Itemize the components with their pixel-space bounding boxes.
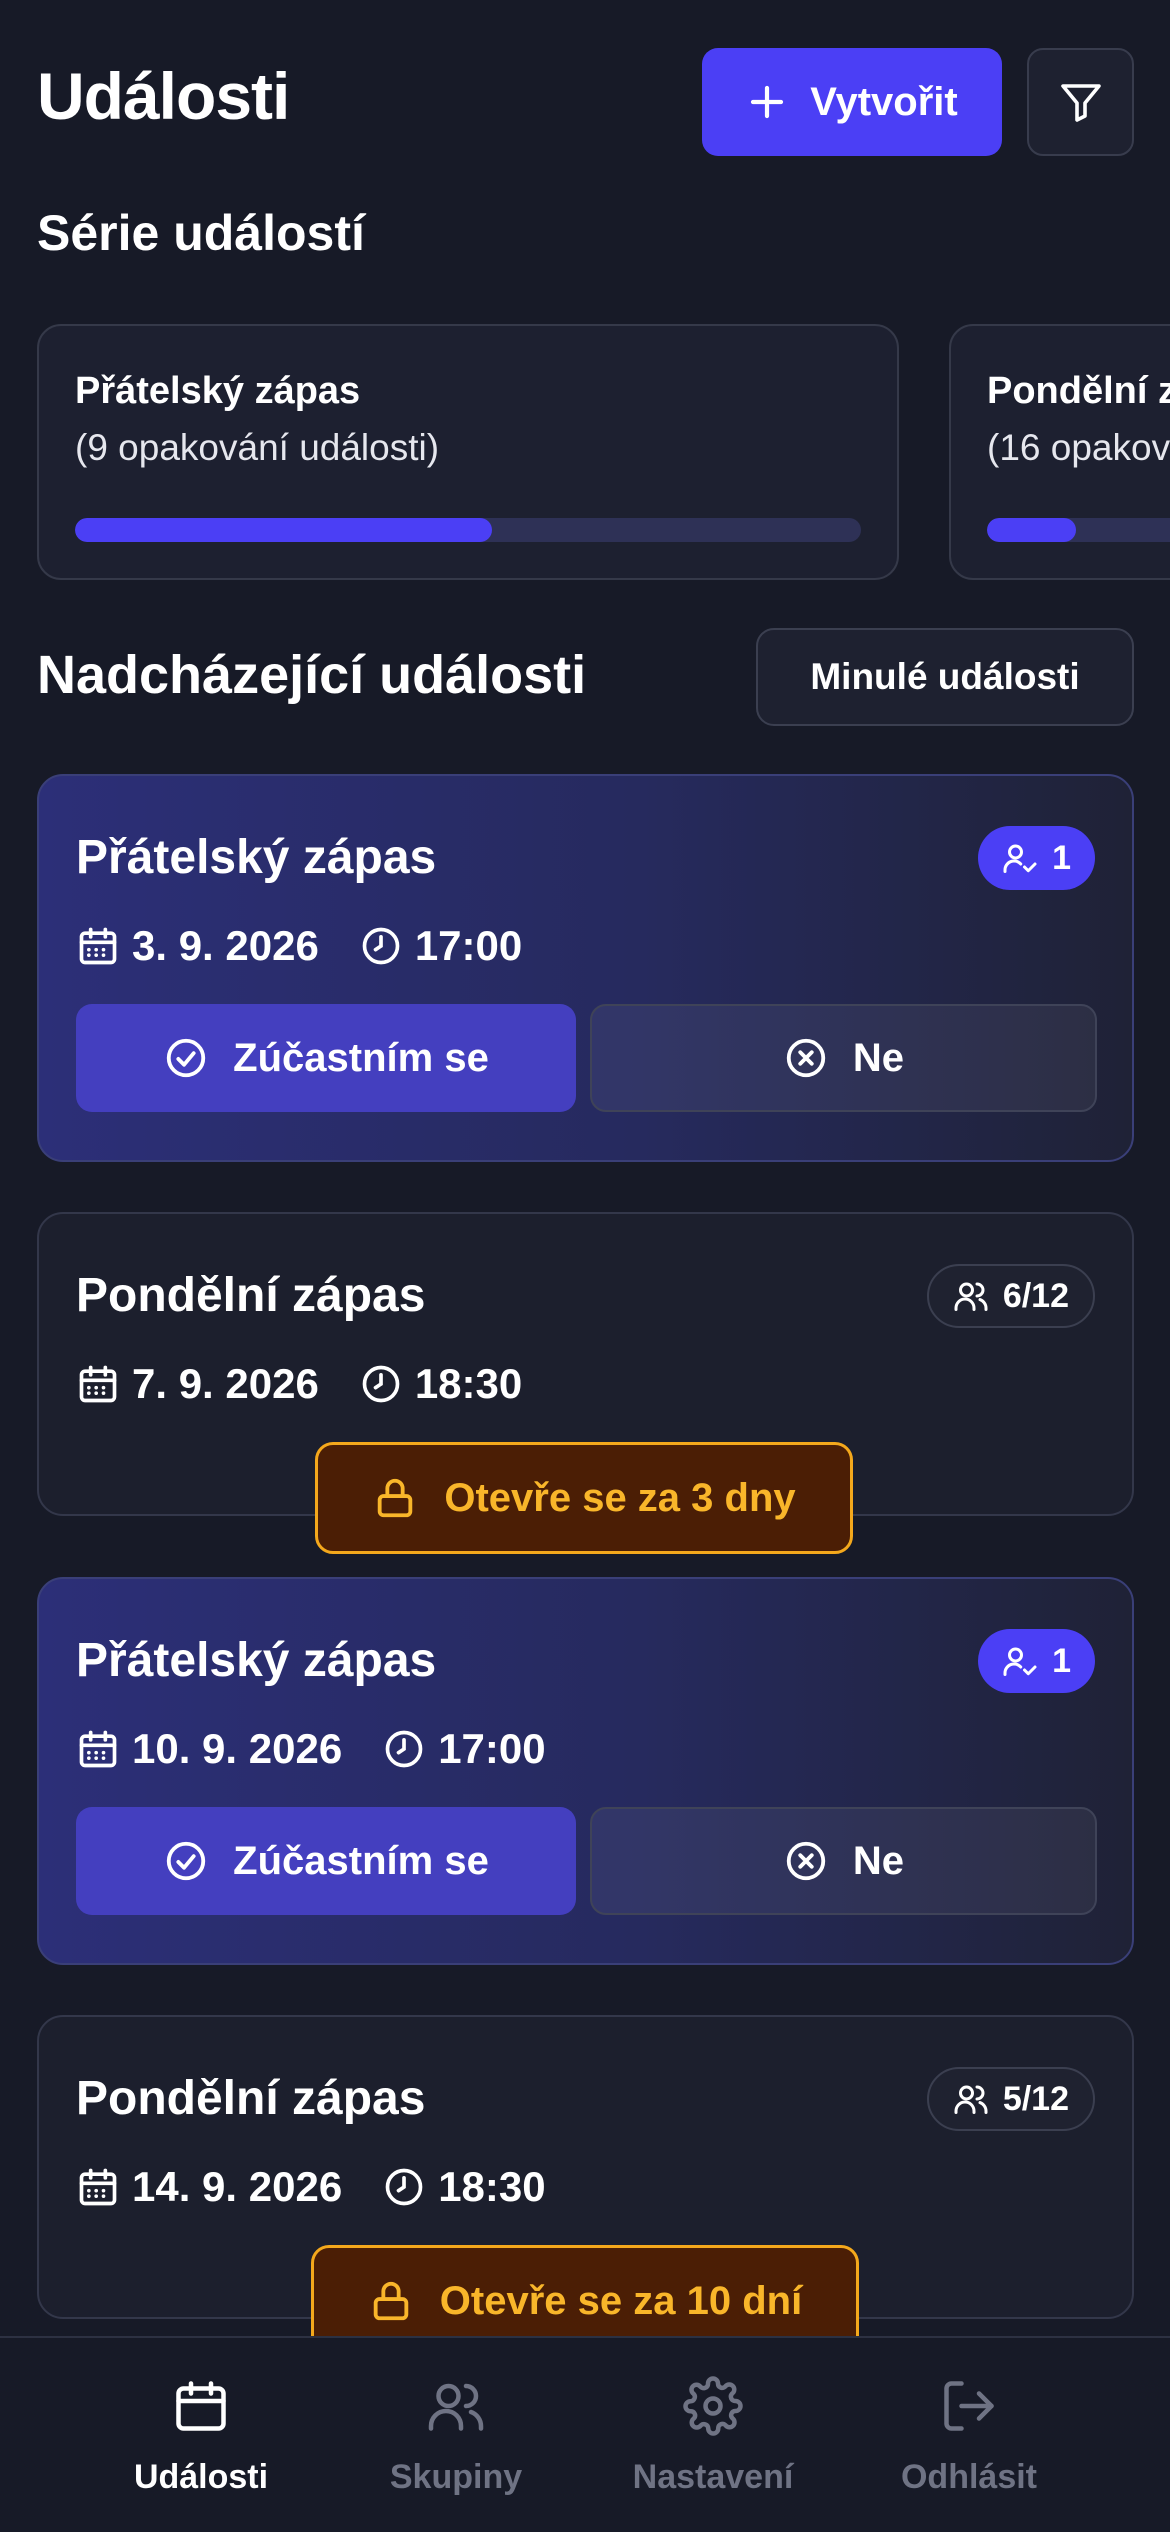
decline-label: Ne xyxy=(852,1838,905,1883)
event-datetime: 14. 9. 2026 18:30 xyxy=(76,2163,546,2211)
event-date: 14. 9. 2026 xyxy=(132,2163,343,2210)
series-card[interactable]: Pondělní zápas (16 opakování události) xyxy=(949,324,1170,580)
series-progress-fill xyxy=(75,518,492,542)
series-progress-bar xyxy=(987,518,1170,542)
opens-in-label: Otevře se za 3 dny xyxy=(444,1475,796,1520)
decline-button[interactable]: Ne xyxy=(590,1004,1097,1112)
users-icon xyxy=(954,1282,988,1311)
event-time: 17:00 xyxy=(438,1725,546,1772)
badge-count: 1 xyxy=(1052,838,1071,877)
event-card[interactable]: Přátelský zápas 1 3. 9. 2026 17:00 Zúčas… xyxy=(37,774,1134,1162)
attend-button[interactable]: Zúčastním se xyxy=(76,1807,576,1915)
opens-in-label: Otevře se za 10 dní xyxy=(439,2278,803,2323)
series-title: Pondělní zápas xyxy=(987,370,1170,412)
attendee-badge: 1 xyxy=(978,826,1095,890)
calendar-icon xyxy=(79,1730,117,1768)
event-date: 10. 9. 2026 xyxy=(132,1725,343,1772)
attend-label: Zúčastním se xyxy=(233,1838,489,1883)
clock-icon xyxy=(362,1365,400,1403)
calendar-icon xyxy=(79,1365,117,1403)
logout-icon xyxy=(944,2381,994,2431)
calendar-icon xyxy=(79,2168,117,2206)
attendee-badge: 1 xyxy=(978,1629,1095,1693)
x-circle-icon xyxy=(786,1841,826,1881)
nav-item-groups[interactable]: Skupiny xyxy=(336,2376,576,2497)
events-screen: Události Vytvořit Série událostí Přátels… xyxy=(0,0,1170,2532)
nav-label: Skupiny xyxy=(389,2458,523,2496)
badge-count: 1 xyxy=(1052,1641,1071,1680)
lock-icon xyxy=(373,2281,409,2321)
series-card[interactable]: Přátelský zápas (9 opakování události) xyxy=(37,324,899,580)
series-progress-fill xyxy=(987,518,1076,542)
event-title: Přátelský zápas xyxy=(76,1634,437,1687)
calendar-icon xyxy=(176,2381,226,2431)
series-progress-bar xyxy=(75,518,861,542)
upcoming-heading: Nadcházející události xyxy=(37,645,587,705)
bottom-nav: Události Skupiny Nastavení Odhlásit xyxy=(0,2336,1170,2532)
decline-button[interactable]: Ne xyxy=(590,1807,1097,1915)
event-time: 18:30 xyxy=(414,1360,523,1407)
badge-count: 6/12 xyxy=(1002,1276,1069,1315)
nav-item-logout[interactable]: Odhlásit xyxy=(849,2376,1089,2497)
nav-label: Události xyxy=(133,2458,269,2496)
clock-icon xyxy=(362,927,400,965)
plus-icon xyxy=(751,85,784,119)
opens-in-badge: Otevře se za 3 dny xyxy=(315,1442,853,1554)
event-datetime: 7. 9. 2026 18:30 xyxy=(76,1360,522,1408)
series-subtitle: (16 opakování události) xyxy=(987,427,1170,468)
nav-label: Odhlásit xyxy=(900,2458,1038,2496)
event-time: 18:30 xyxy=(438,2163,546,2210)
event-title: Přátelský zápas xyxy=(76,831,437,884)
badge-count: 5/12 xyxy=(1002,2079,1069,2118)
event-title: Pondělní zápas xyxy=(76,1269,426,1322)
event-card[interactable]: Přátelský zápas 1 10. 9. 2026 17:00 Zúča… xyxy=(37,1577,1134,1965)
event-datetime: 10. 9. 2026 17:00 xyxy=(76,1725,546,1773)
create-button-label: Vytvořit xyxy=(810,79,958,124)
nav-item-settings[interactable]: Nastavení xyxy=(593,2376,833,2497)
users-icon xyxy=(954,2085,988,2114)
check-circle-icon xyxy=(167,1841,206,1881)
lock-icon xyxy=(378,1478,413,1518)
decline-label: Ne xyxy=(852,1035,905,1080)
capacity-badge: 6/12 xyxy=(926,1264,1095,1328)
attend-button[interactable]: Zúčastním se xyxy=(76,1004,576,1112)
gear-icon xyxy=(683,2376,743,2436)
clock-icon xyxy=(385,2168,423,2206)
series-subtitle: (9 opakování události) xyxy=(75,427,440,468)
calendar-icon xyxy=(79,927,117,965)
event-title: Pondělní zápas xyxy=(76,2072,426,2125)
user-check-icon xyxy=(1003,844,1037,873)
user-check-icon xyxy=(1003,1647,1037,1676)
filter-icon xyxy=(1060,84,1101,122)
event-time: 17:00 xyxy=(414,922,523,969)
x-circle-icon xyxy=(786,1038,826,1078)
capacity-badge: 5/12 xyxy=(926,2067,1095,2131)
page-title: Události xyxy=(37,59,290,133)
series-heading: Série událostí xyxy=(37,205,365,261)
nav-label: Nastavení xyxy=(632,2458,794,2496)
event-date: 3. 9. 2026 xyxy=(132,922,319,969)
check-circle-icon xyxy=(167,1038,206,1078)
users-icon xyxy=(428,2383,484,2431)
past-events-button[interactable]: Minulé události xyxy=(756,628,1134,726)
clock-icon xyxy=(385,1730,423,1768)
attend-label: Zúčastním se xyxy=(233,1035,489,1080)
nav-item-events[interactable]: Události xyxy=(81,2376,321,2497)
event-date: 7. 9. 2026 xyxy=(132,1360,319,1407)
event-datetime: 3. 9. 2026 17:00 xyxy=(76,922,522,970)
series-title: Přátelský zápas xyxy=(75,370,361,412)
create-event-button[interactable]: Vytvořit xyxy=(702,48,1002,156)
filter-button[interactable] xyxy=(1027,48,1134,156)
